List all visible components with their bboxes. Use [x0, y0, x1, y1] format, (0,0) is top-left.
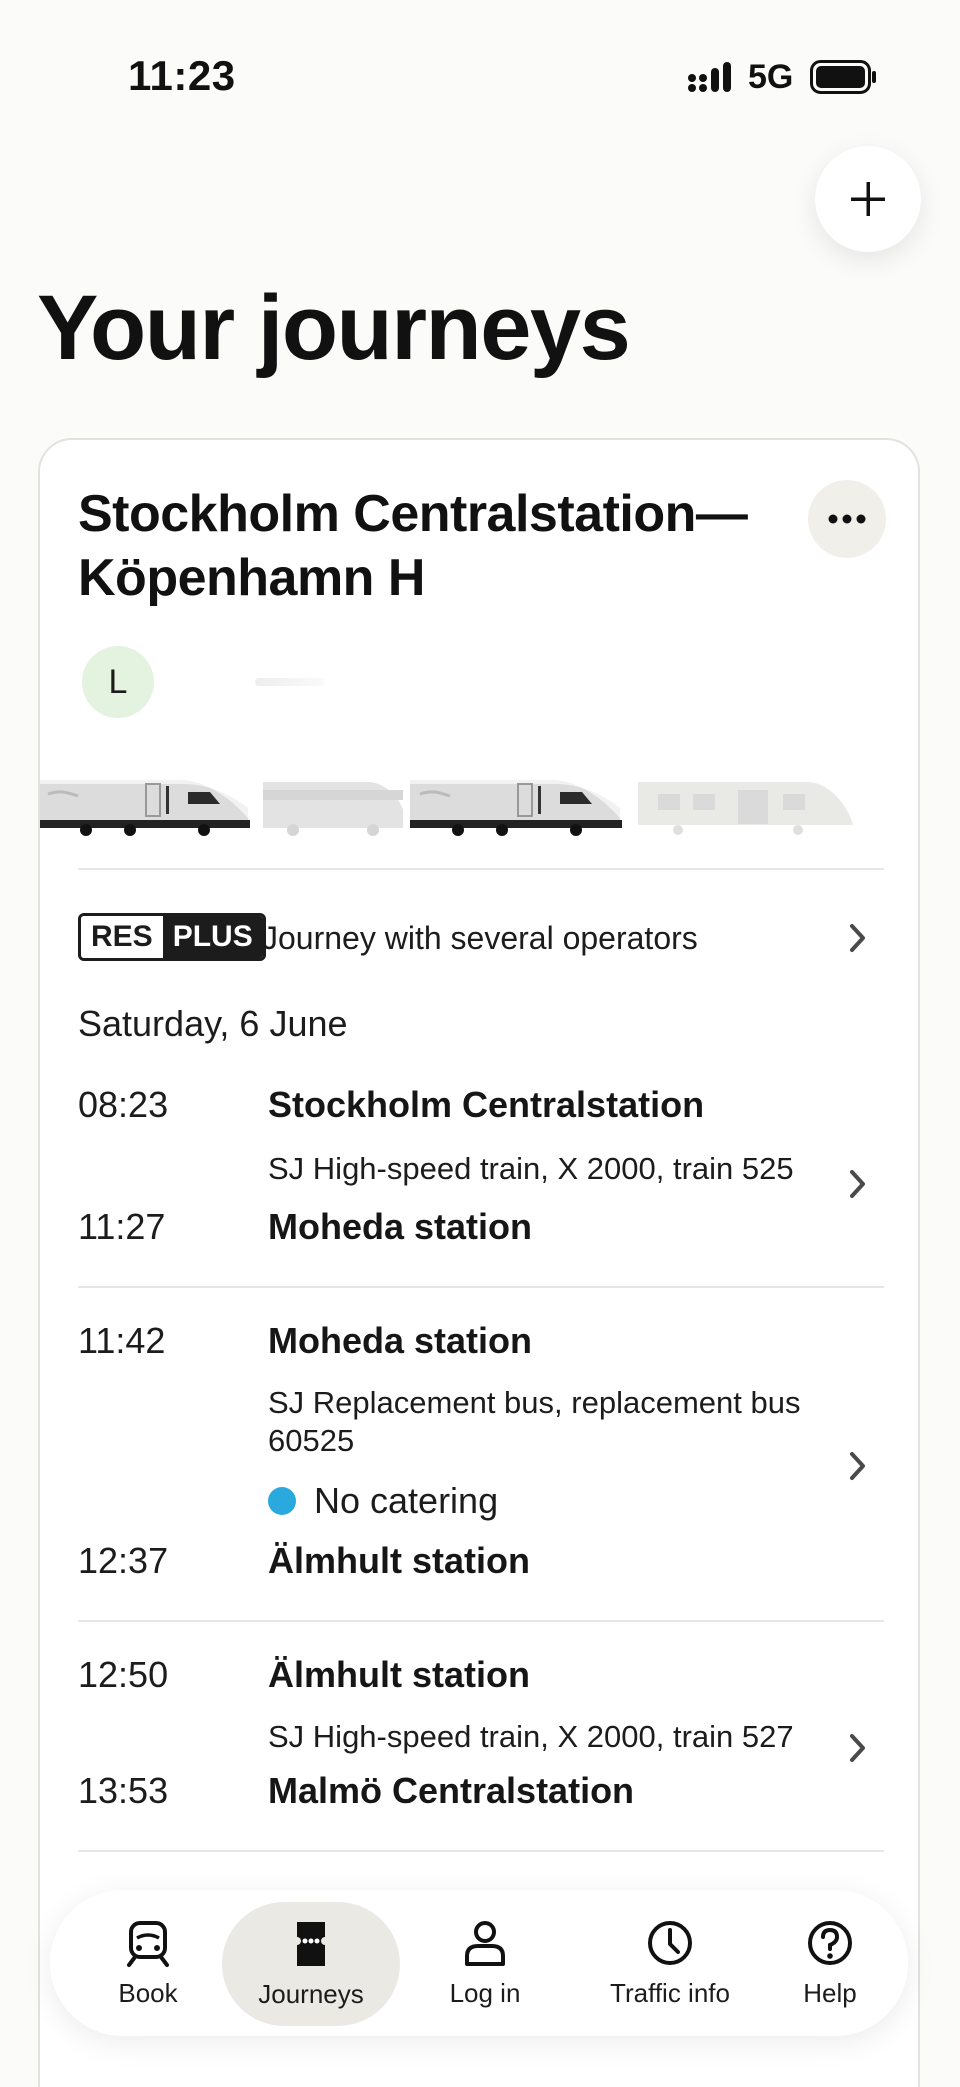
nav-log-in[interactable]: Log in — [420, 1890, 550, 2036]
train-icon — [127, 1920, 169, 1967]
nav-traffic-info[interactable]: Traffic info — [570, 1890, 770, 2036]
nav-label: Journeys — [258, 1978, 364, 2009]
journey-card[interactable]: Stockholm Centralstation— Köpenhamn H L — [38, 438, 920, 2087]
route-title-line-2: Köpenhamn H — [78, 549, 425, 607]
journey-date: Saturday, 6 June — [78, 1003, 348, 1044]
divider — [78, 1620, 884, 1622]
catering-label: No catering — [314, 1480, 499, 1521]
more-dots-icon — [828, 514, 866, 524]
service-info: SJ High-speed train, X 2000, train 525 — [268, 1151, 794, 1186]
status-bar: 11:23 5G — [0, 0, 960, 150]
departure-station: Moheda station — [268, 1320, 533, 1361]
ticket-icon — [297, 1921, 325, 1966]
departure-station: Stockholm Centralstation — [268, 1084, 705, 1125]
train-illustration — [40, 780, 853, 836]
departure-time: 12:50 — [78, 1654, 169, 1695]
arrival-station: Moheda station — [268, 1206, 533, 1247]
status-time: 11:23 — [128, 52, 236, 99]
nav-label: Traffic info — [610, 1977, 730, 2008]
nav-book[interactable]: Book — [100, 1890, 196, 2036]
more-options-button[interactable] — [808, 480, 886, 558]
divider — [78, 1850, 884, 1852]
bottom-nav: Book Journeys Log in Traffic info Help — [50, 1890, 908, 2036]
route-title: Stockholm Centralstation— Köpenhamn H — [78, 482, 798, 610]
service-info: SJ High-speed train, X 2000, train 527 — [268, 1719, 794, 1754]
nav-journeys[interactable]: Journeys — [222, 1902, 400, 2026]
nav-help[interactable]: Help — [780, 1890, 880, 2036]
signal-icon — [688, 62, 731, 92]
arrival-time: 12:37 — [78, 1540, 169, 1581]
bus-image-faded — [263, 782, 403, 836]
nav-label: Help — [803, 1977, 857, 2008]
resplus-plus: PLUS — [162, 916, 263, 958]
chevron-right-icon[interactable] — [848, 1168, 868, 1200]
chevron-right-icon[interactable] — [848, 1450, 868, 1482]
departure-time: 11:42 — [78, 1320, 166, 1361]
page-title: Your journeys — [37, 277, 631, 379]
chevron-right-icon[interactable] — [848, 1732, 868, 1764]
departure-time: 08:23 — [78, 1084, 169, 1125]
regional-train-image-faded — [638, 782, 853, 835]
battery-icon — [810, 60, 876, 94]
arrival-station: Malmö Centralstation — [268, 1770, 635, 1811]
network-label: 5G — [748, 58, 794, 96]
add-journey-button[interactable] — [815, 146, 921, 252]
service-info: SJ Replacement bus, replacement bus 6052… — [268, 1385, 801, 1458]
arrival-station: Älmhult station — [268, 1540, 530, 1581]
departure-station: Älmhult station — [268, 1654, 530, 1695]
route-title-line-1: Stockholm Centralstation— — [78, 485, 748, 543]
plus-icon — [851, 182, 885, 216]
clock-icon — [648, 1920, 692, 1965]
arrival-time: 13:53 — [78, 1770, 169, 1811]
arrival-time: 11:27 — [78, 1206, 166, 1247]
catering-dot-icon — [268, 1487, 296, 1515]
help-icon — [808, 1920, 852, 1965]
nav-label: Book — [118, 1977, 178, 2008]
catering-status: No catering — [268, 1480, 498, 1522]
chevron-right-icon[interactable] — [848, 922, 868, 954]
traveller-name-redacted — [255, 678, 325, 686]
divider — [78, 1286, 884, 1288]
avatar-initial: L — [108, 662, 128, 701]
resplus-res: RES — [81, 916, 163, 958]
nav-label: Log in — [449, 1977, 521, 2008]
resplus-badge: RES PLUS — [78, 913, 266, 961]
avatar: L — [82, 646, 154, 718]
x2000-train-image-2 — [410, 780, 622, 836]
x2000-train-image-1 — [40, 780, 250, 836]
operators-info-link[interactable]: Journey with several operators — [262, 918, 698, 958]
person-icon — [465, 1920, 505, 1966]
divider — [78, 868, 884, 870]
